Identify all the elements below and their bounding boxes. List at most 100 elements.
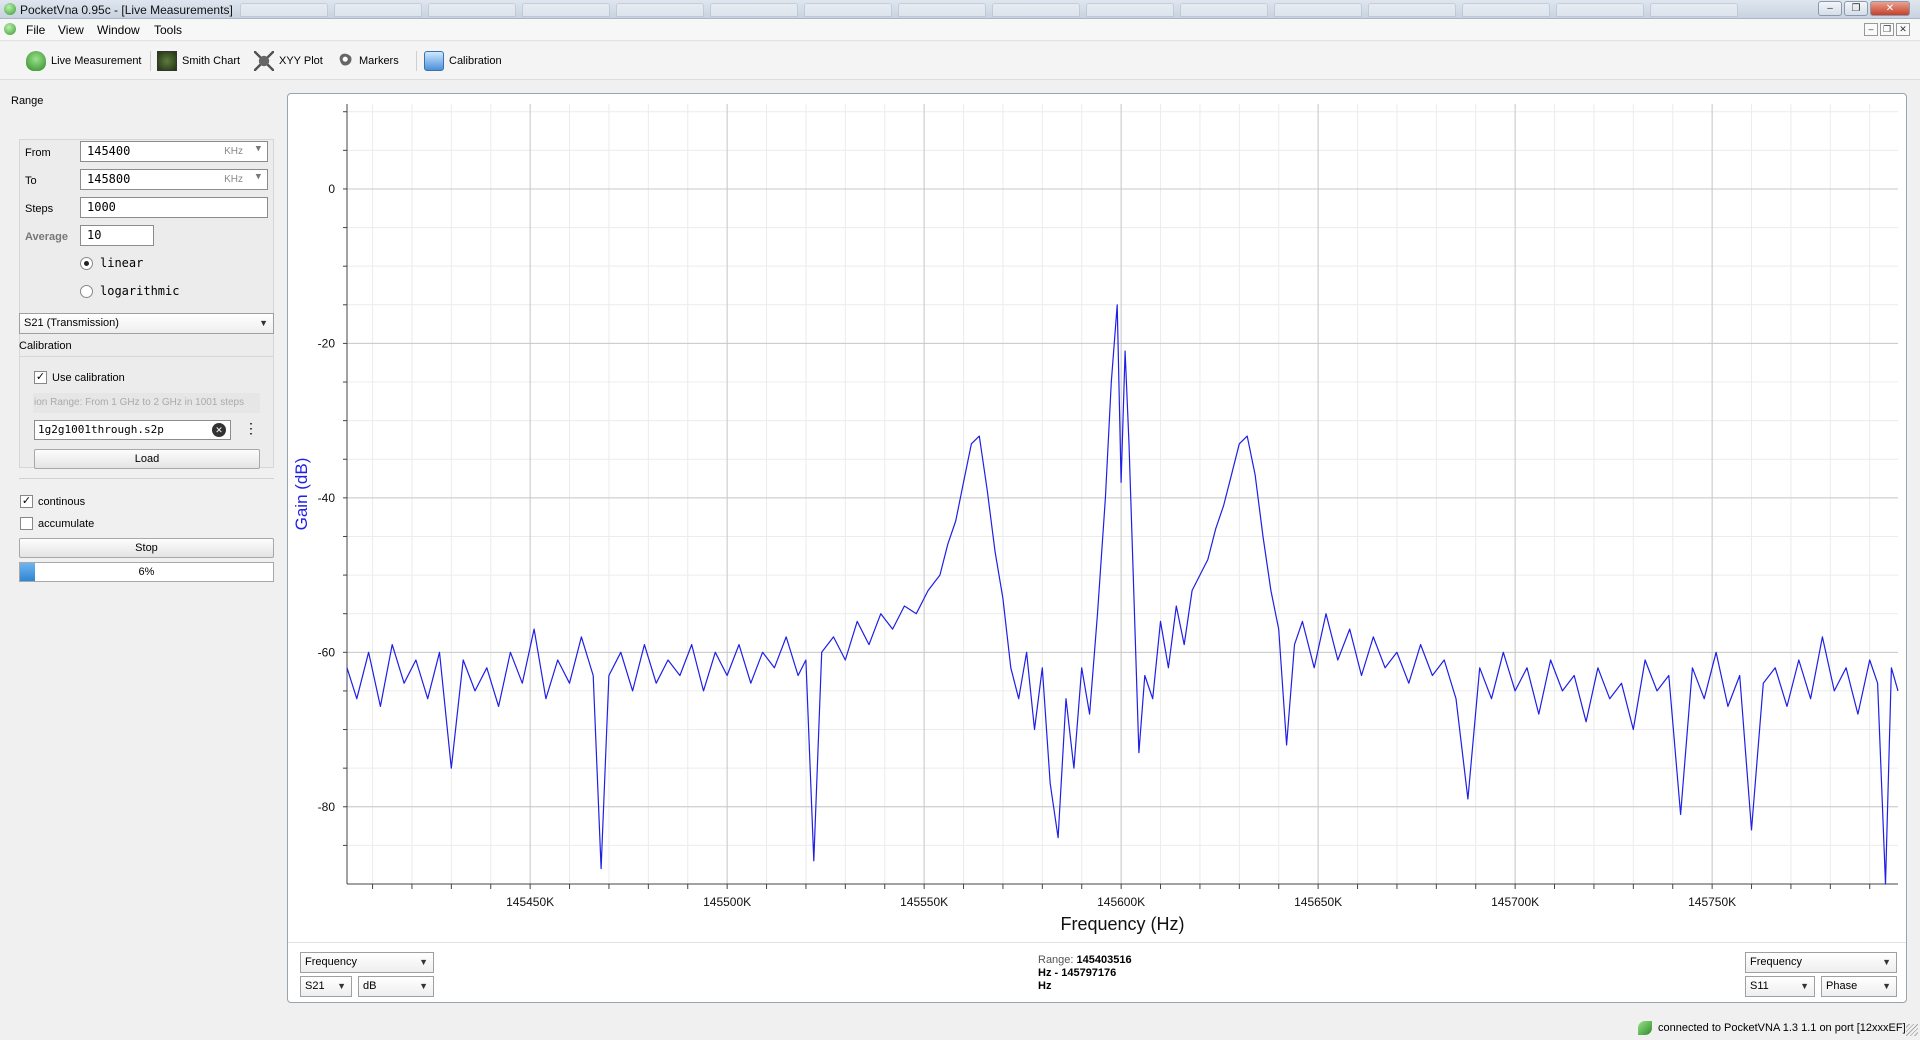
left-unit-select[interactable]: dB ▼ <box>358 976 434 997</box>
range-readout-start: 145403516 <box>1076 954 1132 966</box>
x-tick-label: 145550K <box>900 895 948 909</box>
x-tick-label: 145750K <box>1688 895 1736 909</box>
taskbar-tab[interactable] <box>710 3 798 17</box>
taskbar-tab[interactable] <box>1274 3 1362 17</box>
use-calibration-checkbox[interactable]: ✓ <box>34 371 47 384</box>
close-button[interactable]: ✕ <box>1870 1 1910 16</box>
chevron-down-icon: ▼ <box>419 957 428 967</box>
title-bar: PocketVna 0.95c - [Live Measurements] – … <box>0 0 1920 19</box>
chevron-down-icon[interactable]: ▼ <box>256 144 261 154</box>
menu-bar: File View Window Tools – ❐ ✕ <box>0 19 1920 41</box>
from-unit: KHz <box>224 146 243 157</box>
connection-status: connected to PocketVNA 1.3 1.1 on port [… <box>1658 1022 1906 1034</box>
from-field[interactable]: 145400 KHz ▼ <box>80 141 268 162</box>
chevron-down-icon: ▼ <box>1882 957 1891 967</box>
linear-radio[interactable] <box>80 257 93 270</box>
to-field[interactable]: 145800 KHz ▼ <box>80 169 268 190</box>
average-field[interactable]: 10 <box>80 225 154 246</box>
to-label: To <box>25 175 37 187</box>
parameter-select-value: S21 (Transmission) <box>24 317 119 329</box>
taskbar-tab[interactable] <box>616 3 704 17</box>
minimize-button[interactable]: – <box>1818 1 1842 16</box>
live-measurement-button[interactable]: Live Measurement <box>26 50 142 72</box>
stop-button[interactable]: Stop <box>19 538 274 558</box>
smith-chart-icon <box>157 51 177 71</box>
from-value: 145400 <box>87 144 131 158</box>
steps-value: 1000 <box>87 200 116 214</box>
right-unit-select[interactable]: Phase ▼ <box>1821 976 1897 997</box>
taskbar-tab[interactable] <box>804 3 892 17</box>
continous-checkbox[interactable]: ✓ <box>20 495 33 508</box>
taskbar-tab[interactable] <box>334 3 422 17</box>
gain-chart[interactable]: 145450K 145500K 145550K 145600K 145650K 14570… <box>288 94 1908 940</box>
left-param-select[interactable]: S21 ▼ <box>300 976 352 997</box>
taskbar-tab[interactable] <box>1556 3 1644 17</box>
taskbar-tab[interactable] <box>428 3 516 17</box>
menu-window[interactable]: Window <box>97 23 140 37</box>
map-pin-icon <box>336 50 358 72</box>
chevron-down-icon: ▼ <box>1800 981 1809 991</box>
chevron-down-icon[interactable]: ▼ <box>256 172 261 182</box>
taskbar-tab[interactable] <box>1368 3 1456 17</box>
steps-label: Steps <box>25 203 54 215</box>
left-axis-select-value: Frequency <box>305 956 357 968</box>
x-tick-label: 145650K <box>1294 895 1342 909</box>
toolbar-separator <box>150 51 151 71</box>
calibration-button[interactable]: Calibration <box>424 50 502 72</box>
smith-chart-button[interactable]: Smith Chart <box>157 50 240 72</box>
taskbar-tab[interactable] <box>898 3 986 17</box>
right-unit-value: Phase <box>1826 980 1858 992</box>
parameter-select[interactable]: S21 (Transmission) ▼ <box>19 313 274 334</box>
more-options-icon[interactable]: ⋮ <box>244 421 258 435</box>
menu-file[interactable]: File <box>26 23 45 37</box>
calibration-label: Calibration <box>449 55 502 67</box>
mdi-minimize-button[interactable]: – <box>1864 23 1878 36</box>
app-menu-icon[interactable] <box>4 23 16 35</box>
calibration-file-field[interactable]: 1g2g1001through.s2p ✕ <box>34 420 231 440</box>
xyy-plot-button[interactable]: XYY Plot <box>254 50 323 72</box>
average-value: 10 <box>87 228 102 242</box>
plug-icon <box>1638 1021 1652 1035</box>
status-bar: connected to PocketVNA 1.3 1.1 on port [… <box>0 1018 1920 1040</box>
mdi-close-button[interactable]: ✕ <box>1896 23 1910 36</box>
taskbar-tab[interactable] <box>1462 3 1550 17</box>
toolbar: Live Measurement Smith Chart XYY Plot Ma… <box>0 42 1920 80</box>
menu-view[interactable]: View <box>58 23 84 37</box>
right-axis-select[interactable]: Frequency ▼ <box>1745 952 1897 973</box>
menu-tools[interactable]: Tools <box>154 23 182 37</box>
continous-label: continous <box>38 496 86 508</box>
live-measurement-label: Live Measurement <box>51 55 142 67</box>
y-tick-label: 0 <box>328 182 335 196</box>
taskbar-tab[interactable] <box>992 3 1080 17</box>
divider <box>19 478 274 479</box>
mdi-restore-button[interactable]: ❐ <box>1880 23 1894 36</box>
maximize-button[interactable]: ❐ <box>1844 1 1868 16</box>
taskbar-tab[interactable] <box>240 3 328 17</box>
right-param-select[interactable]: S11 ▼ <box>1745 976 1815 997</box>
markers-button[interactable]: Markers <box>336 50 399 72</box>
chart-panel: 145450K 145500K 145550K 145600K 145650K 14570… <box>287 93 1907 1003</box>
logarithmic-label: logarithmic <box>100 284 180 298</box>
calibration-range-info: ion Range: From 1 GHz to 2 GHz in 1001 s… <box>33 393 260 413</box>
taskbar-tab[interactable] <box>1086 3 1174 17</box>
steps-field[interactable]: 1000 <box>80 197 268 218</box>
clear-icon[interactable]: ✕ <box>212 423 226 437</box>
taskbar-tab[interactable] <box>1180 3 1268 17</box>
settings-panel: Range From 145400 KHz ▼ To 145800 KHz ▼ … <box>0 81 274 1021</box>
linear-label: linear <box>100 256 144 270</box>
left-axis-select[interactable]: Frequency ▼ <box>300 952 434 973</box>
chevron-down-icon: ▼ <box>1882 981 1891 991</box>
resize-grip-icon[interactable] <box>1906 1024 1918 1036</box>
accumulate-checkbox[interactable] <box>20 517 33 530</box>
chevron-down-icon: ▼ <box>419 981 428 991</box>
taskbar-tab[interactable] <box>522 3 610 17</box>
taskbar-tab[interactable] <box>1650 3 1738 17</box>
range-readout-label: Range: <box>1038 954 1074 966</box>
load-button[interactable]: Load <box>34 449 260 469</box>
range-readout-line2: Hz - 145797176 <box>1038 967 1117 979</box>
y-axis-label: Gain (dB) <box>292 458 311 531</box>
app-logo-icon <box>4 3 16 15</box>
logarithmic-radio[interactable] <box>80 285 93 298</box>
calibration-range-text: ion Range: From 1 GHz to 2 GHz in 1001 s… <box>34 397 245 408</box>
calibration-heading: Calibration <box>19 340 72 352</box>
